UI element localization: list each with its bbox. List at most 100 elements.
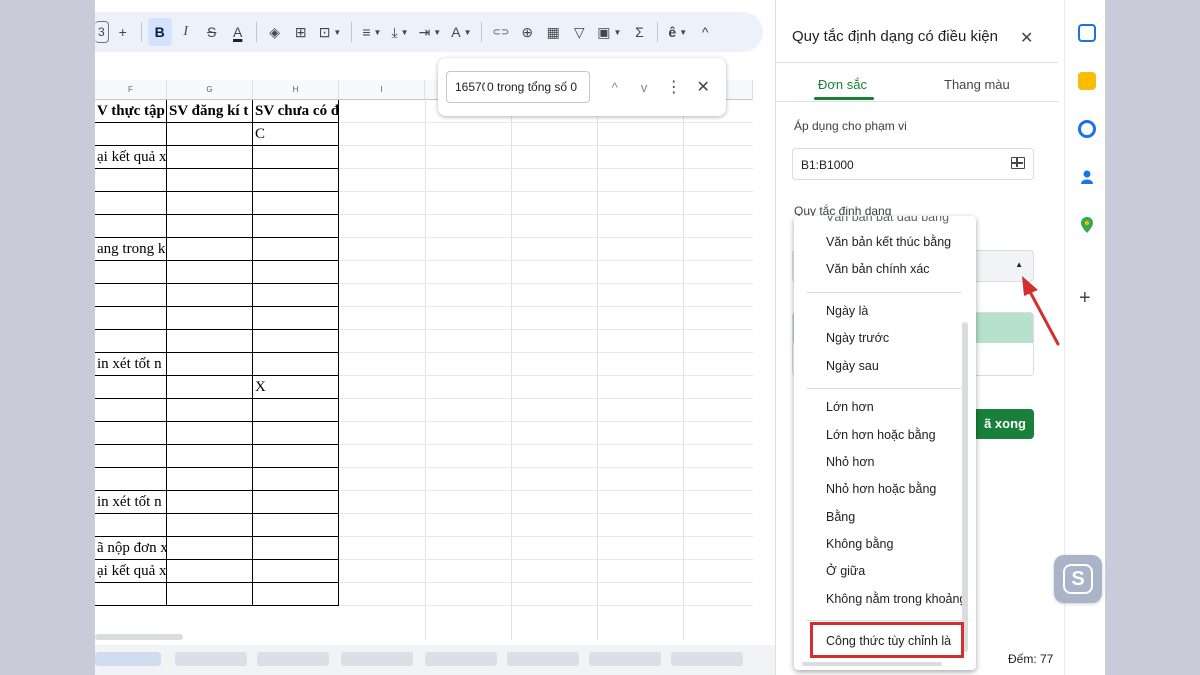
header-cell[interactable]: V thực tập [95,100,167,123]
functions-icon[interactable]: Σ [627,18,651,46]
table-cell[interactable] [253,330,339,353]
sheet-tab[interactable] [257,652,329,666]
dropdown-item[interactable]: Lớn hơn hoặc bằng [826,428,936,442]
sheet-tab[interactable] [95,652,161,666]
header-cell[interactable]: SV đăng kí t [167,100,253,123]
table-cell[interactable] [95,284,167,307]
horizontal-scrollbar[interactable] [95,634,183,640]
link-icon[interactable]: ⊂⊃ [488,18,513,46]
table-cell[interactable] [167,468,253,491]
italic-button[interactable]: I [174,18,198,46]
collapse-toolbar-icon[interactable]: ^ [693,18,717,46]
sheet-tab[interactable] [507,652,579,666]
table-cell[interactable] [253,169,339,192]
tasks-icon[interactable] [1078,120,1096,138]
table-cell[interactable]: ã nộp đơn x [95,537,167,560]
borders-icon[interactable]: ⊞ [289,18,313,46]
table-cell[interactable] [253,491,339,514]
table-cell[interactable] [253,445,339,468]
range-input[interactable]: B1:B1000 [792,148,1034,180]
chart-icon[interactable]: ▦ [541,18,565,46]
table-cell[interactable] [253,537,339,560]
text-rotation-icon[interactable]: A ▼ [447,18,475,46]
table-cell[interactable] [167,353,253,376]
merge-cells-icon[interactable]: ⊡ ▼ [315,18,346,46]
table-cell[interactable] [167,422,253,445]
status-count[interactable]: Đếm: 77 [1008,652,1053,666]
dropdown-item[interactable]: Văn bản kết thúc bằng [826,235,951,249]
table-cell[interactable] [95,399,167,422]
table-cell[interactable] [95,192,167,215]
calendar-icon[interactable] [1078,24,1096,42]
table-cell[interactable] [167,192,253,215]
table-cell[interactable]: ại kết quả x [95,560,167,583]
find-prev-button[interactable]: ^ [600,80,630,95]
dropdown-item[interactable]: Văn bản chính xác [826,262,930,276]
sheet-tab[interactable] [175,652,247,666]
table-cell[interactable] [253,192,339,215]
dropdown-item[interactable]: Văn bản bắt đầu bằng [826,216,949,224]
dropdown-item[interactable]: Lớn hơn [826,400,874,414]
sheet-tab[interactable] [589,652,661,666]
dropdown-scrollbar[interactable] [962,322,968,652]
keep-icon[interactable] [1078,72,1096,90]
tab-single-color[interactable]: Đơn sắc [818,77,867,92]
contacts-icon[interactable] [1078,168,1096,186]
table-cell[interactable] [253,261,339,284]
maps-icon[interactable] [1078,216,1096,234]
table-cell[interactable] [95,330,167,353]
find-close-icon[interactable]: ✕ [688,77,718,97]
table-cell[interactable] [167,491,253,514]
dropdown-item[interactable]: Ở giữa [826,564,865,578]
column-header-i[interactable]: I [339,80,425,100]
table-cell[interactable] [167,146,253,169]
floating-app-button[interactable]: S [1054,555,1102,603]
header-cell[interactable]: SV chưa có đ [253,100,339,123]
dropdown-hscrollbar[interactable] [802,662,942,666]
dropdown-item[interactable]: Nhỏ hơn hoặc bằng [826,482,936,496]
add-addon-icon[interactable]: + [1079,287,1091,310]
table-cell[interactable] [167,123,253,146]
table-cell[interactable] [167,284,253,307]
dropdown-item[interactable]: Ngày sau [826,359,879,373]
column-header-g[interactable]: G [167,80,253,100]
dropdown-item[interactable]: Ngày là [826,304,868,318]
input-tools-icon[interactable]: ê ▼ [664,18,691,46]
dropdown-item[interactable]: Không nằm trong khoảng [826,592,966,606]
table-cell[interactable] [167,537,253,560]
table-cell[interactable] [253,238,339,261]
table-cell[interactable] [253,215,339,238]
sheet-tab[interactable] [341,652,413,666]
table-cell[interactable] [95,123,167,146]
dropdown-item[interactable]: Bằng [826,510,855,524]
table-cell[interactable]: ại kết quả x [95,146,167,169]
table-cell[interactable] [167,514,253,537]
panel-close-icon[interactable]: ✕ [1020,28,1033,48]
table-cell[interactable] [95,376,167,399]
dropdown-item[interactable]: Nhỏ hơn [826,455,875,469]
table-cell[interactable] [253,514,339,537]
table-cell[interactable]: ang trong k [95,238,167,261]
fontsize-input[interactable]: 3 [95,21,109,43]
dropdown-item[interactable]: Ngày trước [826,331,889,345]
comment-icon[interactable]: ⊕ [515,18,539,46]
table-cell[interactable] [167,307,253,330]
align-horizontal-icon[interactable]: ≡ ▼ [358,18,385,46]
table-cell[interactable] [167,560,253,583]
column-header-f[interactable]: F [95,80,167,100]
table-cell[interactable] [95,169,167,192]
strikethrough-button[interactable]: S [200,18,224,46]
table-cell[interactable] [167,399,253,422]
table-cell[interactable] [95,514,167,537]
align-vertical-icon[interactable]: ⤓ ▼ [387,18,412,46]
sheet-tab[interactable] [671,652,743,666]
filter-views-icon[interactable]: ▣ ▼ [593,18,625,46]
wrap-text-icon[interactable]: ⇥ ▼ [415,18,446,46]
table-cell[interactable]: in xét tốt n [95,491,167,514]
tab-color-scale[interactable]: Thang màu [944,77,1010,92]
dropdown-item[interactable]: Không bằng [826,537,893,551]
table-cell[interactable] [167,169,253,192]
table-cell[interactable] [253,399,339,422]
table-cell[interactable] [253,353,339,376]
text-color-button[interactable]: A [226,18,250,46]
